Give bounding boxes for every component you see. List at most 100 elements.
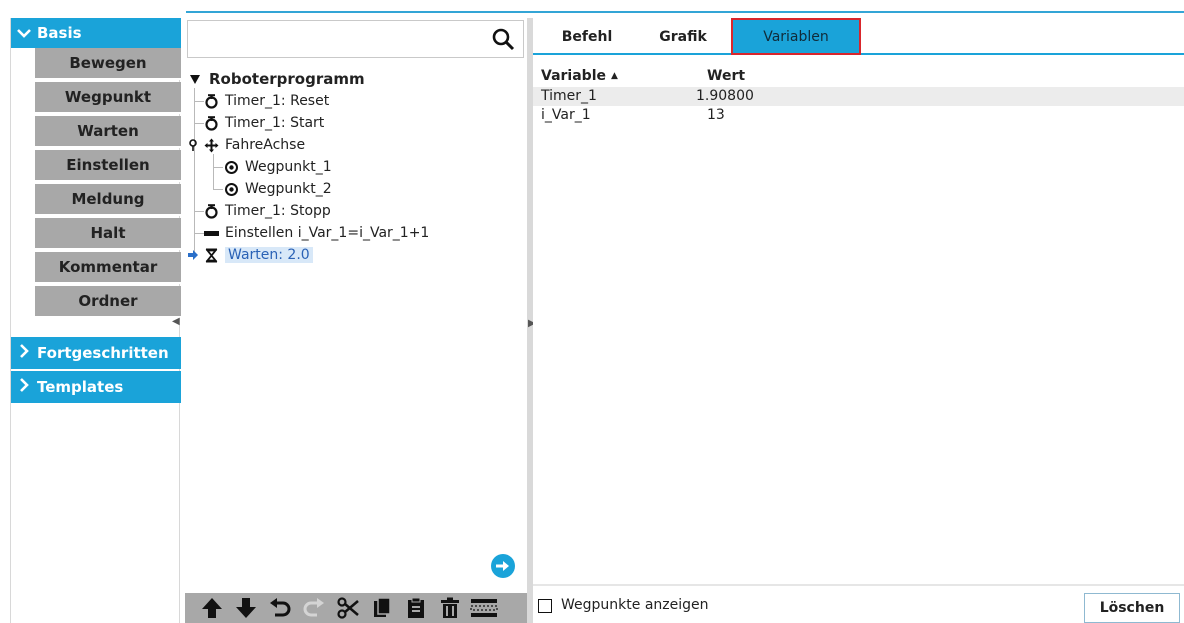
- tree-node-label: Timer_1: Start: [225, 115, 325, 131]
- show-waypoints-checkbox[interactable]: [538, 599, 552, 613]
- tree-node-timer-stopp[interactable]: Timer_1: Stopp: [203, 200, 331, 222]
- tree-node-label: Einstellen i_Var_1=i_Var_1+1: [225, 225, 430, 241]
- suppress-button[interactable]: [467, 593, 501, 623]
- move-up-button[interactable]: [195, 593, 229, 623]
- tab-bar: Befehl Grafik Variablen: [533, 18, 1184, 55]
- sidebar-item-label: Warten: [77, 122, 139, 140]
- variable-name: i_Var_1: [541, 107, 591, 123]
- top-accent-line: [186, 11, 1184, 13]
- tree-node-warten[interactable]: Warten: 2.0: [187, 244, 313, 266]
- column-header-variable[interactable]: Variable ▲: [541, 66, 701, 86]
- table-row[interactable]: i_Var_1 13: [533, 106, 1184, 125]
- tree-node-label: Wegpunkt_2: [245, 181, 332, 197]
- tree-connector: [213, 189, 223, 190]
- tree-node-wegpunkt-2[interactable]: Wegpunkt_2: [223, 178, 332, 200]
- paste-button[interactable]: [399, 593, 433, 623]
- command-sidebar: Basis Bewegen Wegpunkt Warten Einstellen…: [10, 18, 181, 623]
- tab-variablen[interactable]: Variablen: [731, 18, 861, 55]
- copy-icon: [374, 597, 391, 617]
- table-row[interactable]: Timer_1 1.90800: [533, 87, 1184, 106]
- set-icon: [203, 225, 219, 241]
- undo-icon: [270, 598, 291, 617]
- next-arrow-button[interactable]: [491, 554, 515, 578]
- category-templates[interactable]: Templates: [11, 371, 181, 403]
- sidebar-item-bewegen[interactable]: Bewegen: [35, 48, 181, 80]
- sidebar-item-einstellen[interactable]: Einstellen: [35, 150, 181, 182]
- tree-connector: [213, 167, 223, 168]
- category-templates-label: Templates: [37, 378, 124, 396]
- column-header-label: Variable: [541, 68, 606, 84]
- move-icon: [203, 137, 219, 153]
- tree-connector: [194, 88, 195, 254]
- show-waypoints-label[interactable]: Wegpunkte anzeigen: [561, 597, 709, 613]
- category-fortgeschritten-label: Fortgeschritten: [37, 344, 169, 362]
- sidebar-item-wegpunkt[interactable]: Wegpunkt: [35, 82, 181, 114]
- sidebar-item-warten[interactable]: Warten: [35, 116, 181, 148]
- tree-root-label: Roboterprogramm: [209, 70, 365, 88]
- sidebar-item-label: Kommentar: [58, 258, 158, 276]
- timer-icon: [203, 115, 219, 131]
- current-line-arrow-icon: [187, 247, 199, 263]
- tree-connector: [213, 154, 214, 189]
- sidebar-item-label: Halt: [90, 224, 126, 242]
- variable-value: 1.90800: [696, 88, 754, 104]
- chevron-right-icon: [11, 343, 37, 364]
- tab-label: Grafik: [659, 28, 707, 45]
- tree-node-fahreachse[interactable]: FahreAchse: [187, 134, 305, 156]
- move-down-button[interactable]: [229, 593, 263, 623]
- category-basis-label: Basis: [37, 24, 82, 42]
- arrow-down-icon: [236, 598, 256, 618]
- arrow-up-icon: [202, 598, 222, 618]
- tree-node-einstellen[interactable]: Einstellen i_Var_1=i_Var_1+1: [203, 222, 429, 244]
- variable-name: Timer_1: [541, 88, 597, 104]
- clear-button-label: Löschen: [1099, 600, 1165, 616]
- column-header-label: Wert: [707, 68, 746, 84]
- category-fortgeschritten[interactable]: Fortgeschritten: [11, 337, 181, 369]
- variable-value: 13: [707, 107, 725, 123]
- chevron-down-icon: [11, 23, 37, 44]
- sidebar-item-label: Bewegen: [69, 54, 147, 72]
- sidebar-item-meldung[interactable]: Meldung: [35, 184, 181, 216]
- tree-root[interactable]: Roboterprogramm: [187, 68, 365, 90]
- column-header-wert[interactable]: Wert: [707, 66, 867, 86]
- cut-button[interactable]: [331, 593, 365, 623]
- clear-button[interactable]: Löschen: [1084, 593, 1180, 623]
- delete-button[interactable]: [433, 593, 467, 623]
- expand-pin-icon[interactable]: [187, 137, 199, 153]
- top-margin: [0, 0, 1184, 6]
- search-icon[interactable]: [491, 27, 515, 51]
- sort-ascending-icon: ▲: [610, 71, 618, 81]
- sidebar-item-label: Einstellen: [66, 156, 150, 174]
- redo-button[interactable]: [297, 593, 331, 623]
- sidebar-item-kommentar[interactable]: Kommentar: [35, 252, 181, 284]
- undo-button[interactable]: [263, 593, 297, 623]
- copy-button[interactable]: [365, 593, 399, 623]
- tree-node-label: Wegpunkt_1: [245, 159, 332, 175]
- waypoint-icon: [223, 181, 239, 197]
- tree-toolbar: [185, 593, 527, 623]
- timer-icon: [203, 203, 219, 219]
- chevron-right-icon: [11, 377, 37, 398]
- tree-node-wegpunkt-1[interactable]: Wegpunkt_1: [223, 156, 332, 178]
- tab-grafik[interactable]: Grafik: [647, 18, 719, 55]
- tree-node-label: Timer_1: Stopp: [225, 203, 331, 219]
- tab-befehl[interactable]: Befehl: [541, 18, 633, 55]
- redo-icon: [303, 598, 324, 617]
- tree-node-timer-reset[interactable]: Timer_1: Reset: [203, 90, 329, 112]
- detail-panel: Befehl Grafik Variablen Variable ▲ Wert …: [533, 18, 1184, 623]
- tree-node-timer-start[interactable]: Timer_1: Start: [203, 112, 324, 134]
- arrow-right-icon: [496, 561, 509, 571]
- timer-icon: [203, 93, 219, 109]
- waypoint-icon: [223, 159, 239, 175]
- scissors-icon: [337, 597, 359, 619]
- search-input[interactable]: [187, 20, 524, 58]
- sidebar-item-halt[interactable]: Halt: [35, 218, 181, 250]
- category-basis[interactable]: Basis: [11, 18, 181, 48]
- triangle-down-icon[interactable]: [187, 71, 203, 87]
- tab-label: Variablen: [763, 28, 829, 45]
- suppress-lines-icon: [470, 599, 498, 617]
- sidebar-item-ordner[interactable]: Ordner: [35, 286, 181, 318]
- tab-label: Befehl: [561, 28, 613, 45]
- sidebar-collapse-handle[interactable]: ◀: [172, 316, 180, 327]
- sidebar-item-label: Wegpunkt: [64, 88, 152, 106]
